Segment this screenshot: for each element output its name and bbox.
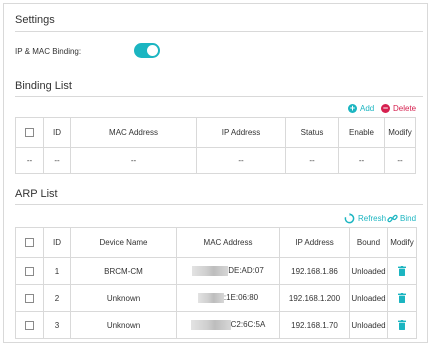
modify-cell bbox=[387, 311, 417, 339]
table-cell: -- bbox=[70, 147, 197, 174]
minus-icon: − bbox=[381, 103, 390, 113]
column-header: ID bbox=[43, 227, 71, 258]
table-cell: -- bbox=[384, 147, 416, 174]
table-row: 2 Unknown :1E:06:80 192.168.1.200 Unload… bbox=[15, 284, 417, 312]
mac-address-cell: C2:6C:5A bbox=[176, 311, 280, 339]
table-row: -- -- -- -- -- -- -- bbox=[15, 147, 416, 174]
id-cell: 2 bbox=[43, 284, 71, 312]
select-all-checkbox[interactable] bbox=[25, 128, 34, 138]
plus-icon: + bbox=[348, 103, 357, 113]
ip-address-cell: 192.168.1.86 bbox=[279, 257, 350, 285]
row-checkbox[interactable] bbox=[25, 320, 34, 330]
modify-cell bbox=[387, 284, 417, 312]
refresh-icon bbox=[344, 213, 355, 224]
toggle-knob bbox=[147, 45, 158, 56]
row-select-cell[interactable] bbox=[15, 311, 44, 339]
bound-cell: Unloaded bbox=[349, 284, 388, 312]
device-name-cell: Unknown bbox=[70, 311, 177, 339]
bind-label: Bind bbox=[400, 214, 417, 223]
mac-redaction bbox=[197, 293, 224, 303]
arp-list-divider bbox=[15, 204, 423, 205]
bind-button[interactable]: Bind bbox=[387, 213, 416, 224]
settings-title: Settings bbox=[15, 14, 55, 26]
mac-address-cell: DE:AD:07 bbox=[176, 257, 280, 285]
table-row: 1 BRCM-CM DE:AD:07 192.168.1.86 Unloaded bbox=[15, 257, 417, 285]
arp-list-table: ID Device Name MAC Address IP Address Bo… bbox=[15, 227, 417, 339]
add-label: Add bbox=[360, 104, 375, 113]
bound-cell: Unloaded bbox=[349, 311, 388, 339]
link-icon bbox=[387, 214, 398, 223]
ip-address-cell: 192.168.1.200 bbox=[279, 284, 350, 312]
select-all-cell[interactable] bbox=[15, 227, 44, 258]
id-cell: 1 bbox=[43, 257, 71, 285]
column-header: Bound bbox=[349, 227, 388, 258]
select-all-checkbox[interactable] bbox=[25, 238, 34, 248]
table-cell: -- bbox=[196, 147, 286, 174]
row-select-cell[interactable] bbox=[15, 257, 44, 285]
trash-icon[interactable] bbox=[398, 320, 406, 330]
binding-list-header-row: ID MAC Address IP Address Status Enable … bbox=[15, 117, 416, 148]
column-header: Modify bbox=[387, 227, 417, 258]
refresh-button[interactable]: Refresh bbox=[344, 213, 386, 224]
mac-address-value: DE:AD:07 bbox=[228, 266, 264, 276]
column-header: IP Address bbox=[279, 227, 350, 258]
modify-cell bbox=[387, 257, 417, 285]
column-header: MAC Address bbox=[70, 117, 197, 148]
add-button[interactable]: + Add bbox=[348, 104, 374, 113]
column-header: Enable bbox=[338, 117, 385, 148]
binding-list-title: Binding List bbox=[15, 80, 72, 92]
device-name-cell: Unknown bbox=[70, 284, 177, 312]
table-cell: -- bbox=[338, 147, 385, 174]
binding-list-divider bbox=[15, 96, 423, 97]
select-all-cell[interactable] bbox=[15, 117, 44, 148]
delete-button[interactable]: − Delete bbox=[381, 104, 416, 113]
refresh-label: Refresh bbox=[358, 214, 387, 223]
table-cell: -- bbox=[285, 147, 339, 174]
arp-list-header-row: ID Device Name MAC Address IP Address Bo… bbox=[15, 227, 417, 258]
column-header: Modify bbox=[384, 117, 416, 148]
settings-divider bbox=[15, 31, 423, 32]
trash-icon[interactable] bbox=[398, 266, 406, 276]
binding-list-table: ID MAC Address IP Address Status Enable … bbox=[15, 117, 416, 174]
table-row: 3 Unknown C2:6C:5A 192.168.1.70 Unloaded bbox=[15, 311, 417, 339]
arp-list-title: ARP List bbox=[15, 188, 58, 200]
mac-address-value: :1E:06:80 bbox=[223, 293, 259, 303]
row-checkbox[interactable] bbox=[25, 266, 34, 276]
delete-label: Delete bbox=[393, 104, 417, 113]
mac-address-cell: :1E:06:80 bbox=[176, 284, 280, 312]
bound-cell: Unloaded bbox=[349, 257, 388, 285]
ip-mac-binding-toggle[interactable] bbox=[134, 43, 160, 58]
column-header: MAC Address bbox=[176, 227, 280, 258]
mac-address-value: C2:6C:5A bbox=[230, 320, 266, 330]
row-checkbox[interactable] bbox=[25, 293, 34, 303]
id-cell: 3 bbox=[43, 311, 71, 339]
column-header: Status bbox=[285, 117, 339, 148]
trash-icon[interactable] bbox=[398, 293, 406, 303]
column-header: IP Address bbox=[196, 117, 286, 148]
row-select-cell[interactable] bbox=[15, 284, 44, 312]
mac-redaction bbox=[190, 320, 231, 330]
mac-redaction bbox=[192, 266, 229, 276]
ip-mac-binding-label: IP & MAC Binding: bbox=[15, 47, 82, 56]
column-header: ID bbox=[43, 117, 71, 148]
column-header: Device Name bbox=[70, 227, 177, 258]
table-cell: -- bbox=[43, 147, 71, 174]
ip-address-cell: 192.168.1.70 bbox=[279, 311, 350, 339]
table-cell: -- bbox=[15, 147, 44, 174]
device-name-cell: BRCM-CM bbox=[70, 257, 177, 285]
